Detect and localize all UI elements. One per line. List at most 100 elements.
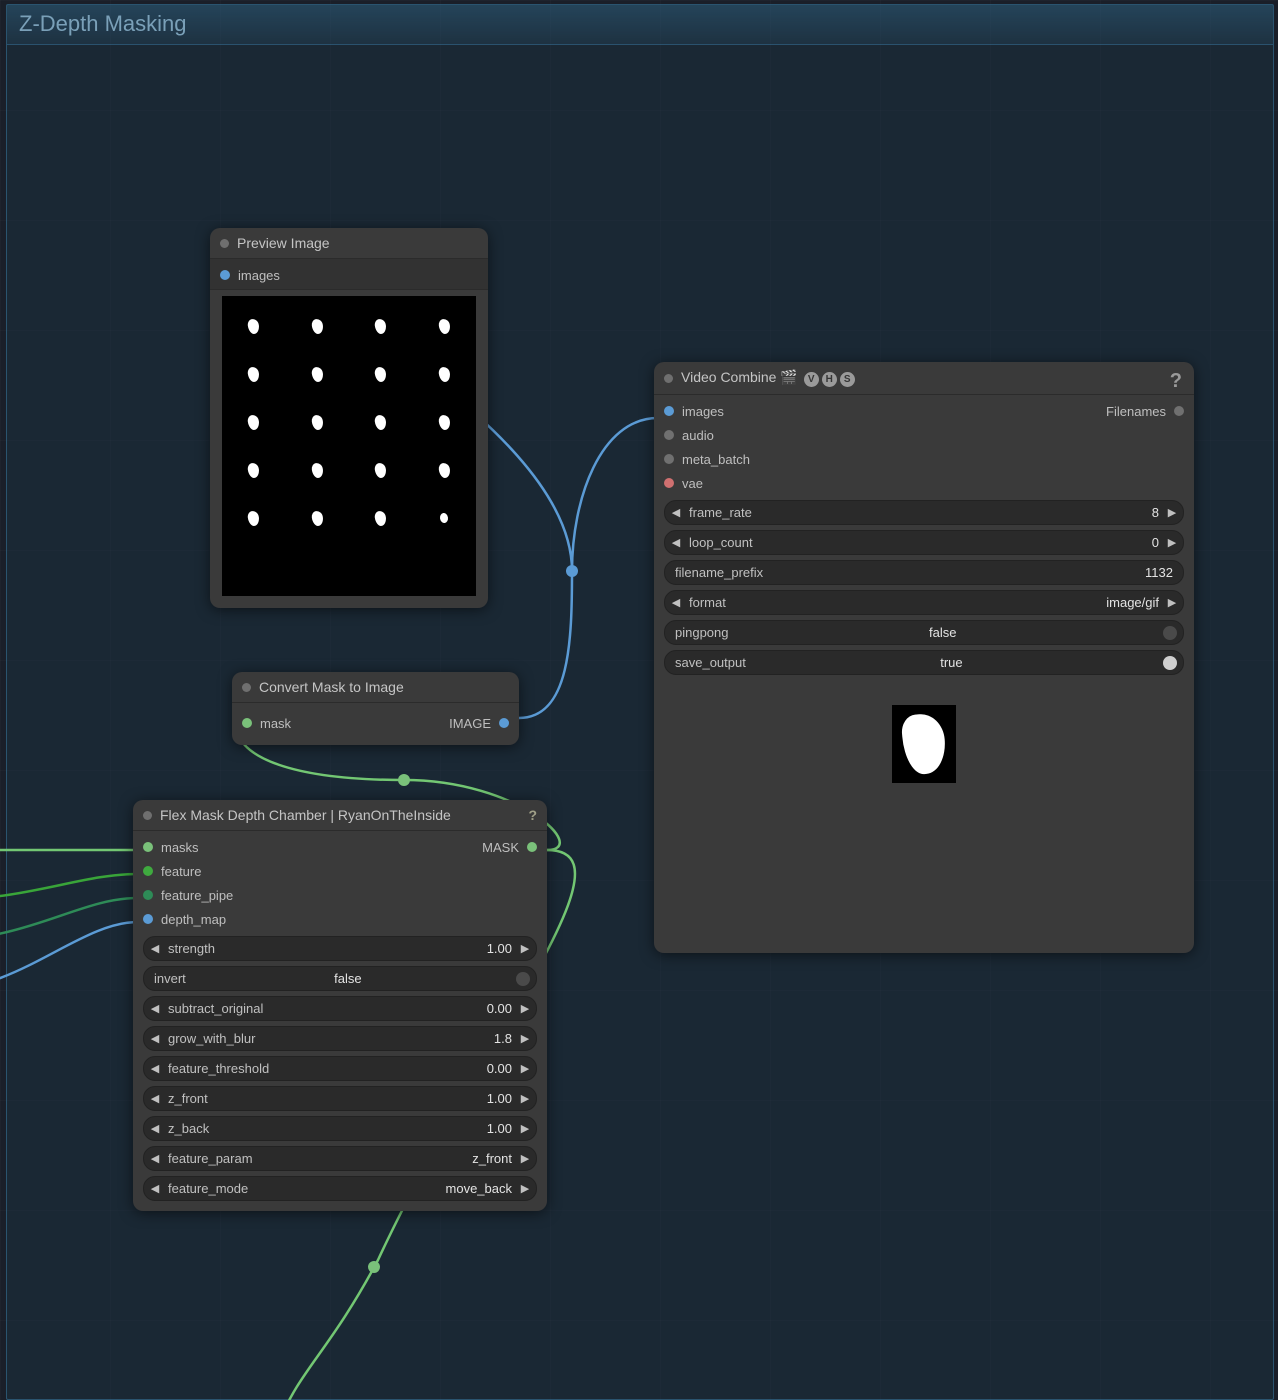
increment-icon[interactable]: ▶ — [518, 942, 532, 955]
help-icon[interactable]: ? — [528, 807, 537, 823]
decrement-icon[interactable]: ◀ — [148, 1002, 162, 1015]
widget-strength[interactable]: ◀strength 1.00▶ — [143, 936, 537, 961]
increment-icon[interactable]: ▶ — [1165, 506, 1179, 519]
widget-value[interactable]: 0.00 — [487, 1061, 518, 1076]
widget-value: false — [334, 971, 367, 986]
toggle-slot[interactable] — [516, 972, 530, 986]
widget-label: z_front — [162, 1091, 208, 1106]
widget-z_front[interactable]: ◀z_front 1.00▶ — [143, 1086, 537, 1111]
widget-filename_prefix[interactable]: filename_prefix1132 — [664, 560, 1184, 585]
port-label: Filenames — [1106, 404, 1166, 419]
input-images[interactable]: images — [654, 400, 750, 422]
node-graph-canvas[interactable]: Z-Depth Masking Preview Image images — [0, 0, 1278, 1400]
decrement-icon[interactable]: ◀ — [148, 1062, 162, 1075]
widget-format[interactable]: ◀formatimage/gif▶ — [664, 590, 1184, 615]
decrement-icon[interactable]: ◀ — [148, 942, 162, 955]
widget-loop_count[interactable]: ◀loop_count0▶ — [664, 530, 1184, 555]
widget-feature_threshold[interactable]: ◀feature_threshold 0.00▶ — [143, 1056, 537, 1081]
output-mask[interactable]: MASK — [482, 836, 547, 858]
input-masks[interactable]: masks — [133, 836, 233, 858]
film-icon: 🎬 — [780, 369, 797, 385]
decrement-icon[interactable]: ◀ — [669, 596, 683, 609]
widget-value[interactable]: 1.00 — [487, 1091, 518, 1106]
port-dot — [242, 718, 252, 728]
widget-feature_mode[interactable]: ◀feature_modemove_back▶ — [143, 1176, 537, 1201]
widget-value: false — [929, 625, 962, 640]
widget-value[interactable]: 1.00 — [487, 1121, 518, 1136]
decrement-icon[interactable]: ◀ — [148, 1182, 162, 1195]
wire-junction[interactable] — [566, 565, 578, 577]
decrement-icon[interactable]: ◀ — [669, 536, 683, 549]
increment-icon[interactable]: ▶ — [1165, 536, 1179, 549]
node-video-combine[interactable]: Video Combine 🎬 V H S ? images audio met… — [654, 362, 1194, 953]
widget-value[interactable]: 0 — [1152, 535, 1165, 550]
node-preview-image[interactable]: Preview Image images — [210, 228, 488, 608]
input-meta-batch[interactable]: meta_batch — [654, 448, 750, 470]
decrement-icon[interactable]: ◀ — [148, 1092, 162, 1105]
collapse-icon[interactable] — [220, 239, 229, 248]
increment-icon[interactable]: ▶ — [1165, 596, 1179, 609]
widget-value[interactable]: move_back — [446, 1181, 518, 1196]
node-header[interactable]: Flex Mask Depth Chamber | RyanOnTheInsid… — [133, 800, 547, 831]
input-feature-pipe[interactable]: feature_pipe — [133, 884, 233, 906]
collapse-icon[interactable] — [242, 683, 251, 692]
node-flex-mask-depth-chamber[interactable]: Flex Mask Depth Chamber | RyanOnTheInsid… — [133, 800, 547, 1211]
port-label: feature — [161, 864, 201, 879]
input-audio[interactable]: audio — [654, 424, 750, 446]
node-header[interactable]: Video Combine 🎬 V H S ? — [654, 362, 1194, 395]
wire-junction[interactable] — [368, 1261, 380, 1273]
increment-icon[interactable]: ▶ — [518, 1002, 532, 1015]
widget-subtract_original[interactable]: ◀subtract_original0.00▶ — [143, 996, 537, 1021]
widget-grow_with_blur[interactable]: ◀grow_with_blur1.8▶ — [143, 1026, 537, 1051]
toggle-slot[interactable] — [1163, 626, 1177, 640]
widget-z_back[interactable]: ◀z_back 1.00▶ — [143, 1116, 537, 1141]
input-mask[interactable]: mask — [232, 712, 291, 734]
toggle-slot[interactable] — [1163, 656, 1177, 670]
input-images[interactable]: images — [210, 264, 488, 286]
widget-value[interactable]: 1.8 — [494, 1031, 518, 1046]
output-filenames[interactable]: Filenames — [1106, 400, 1194, 422]
widget-value[interactable]: 1132 — [763, 565, 1179, 580]
decrement-icon[interactable]: ◀ — [148, 1122, 162, 1135]
port-label: MASK — [482, 840, 519, 855]
input-feature[interactable]: feature — [133, 860, 233, 882]
widget-save_output[interactable]: save_outputtrue — [664, 650, 1184, 675]
output-image[interactable]: IMAGE — [449, 712, 519, 734]
widget-pingpong[interactable]: pingpong false — [664, 620, 1184, 645]
widget-label: filename_prefix — [669, 565, 763, 580]
input-vae[interactable]: vae — [654, 472, 750, 494]
decrement-icon[interactable]: ◀ — [669, 506, 683, 519]
port-label: depth_map — [161, 912, 226, 927]
increment-icon[interactable]: ▶ — [518, 1152, 532, 1165]
widget-value[interactable]: image/gif — [1106, 595, 1165, 610]
widget-value[interactable]: 1.00 — [487, 941, 518, 956]
increment-icon[interactable]: ▶ — [518, 1062, 532, 1075]
collapse-icon[interactable] — [664, 374, 673, 383]
node-header[interactable]: Convert Mask to Image — [232, 672, 519, 703]
help-icon[interactable]: ? — [1170, 370, 1182, 393]
port-label: audio — [682, 428, 714, 443]
widget-label: pingpong — [669, 625, 729, 640]
widget-frame_rate[interactable]: ◀frame_rate8▶ — [664, 500, 1184, 525]
widget-feature_param[interactable]: ◀feature_paramz_front▶ — [143, 1146, 537, 1171]
increment-icon[interactable]: ▶ — [518, 1182, 532, 1195]
collapse-icon[interactable] — [143, 811, 152, 820]
widget-value[interactable]: z_front — [472, 1151, 518, 1166]
widget-value[interactable]: 0.00 — [487, 1001, 518, 1016]
decrement-icon[interactable]: ◀ — [148, 1032, 162, 1045]
increment-icon[interactable]: ▶ — [518, 1122, 532, 1135]
node-header[interactable]: Preview Image — [210, 228, 488, 259]
increment-icon[interactable]: ▶ — [518, 1032, 532, 1045]
widget-label: z_back — [162, 1121, 209, 1136]
group-title[interactable]: Z-Depth Masking — [7, 5, 1273, 45]
widget-label: invert — [148, 971, 186, 986]
wire-junction[interactable] — [398, 774, 410, 786]
widget-label: feature_threshold — [162, 1061, 269, 1076]
input-depth-map[interactable]: depth_map — [133, 908, 233, 930]
widget-value[interactable]: 8 — [1152, 505, 1165, 520]
widget-invert[interactable]: invert false — [143, 966, 537, 991]
decrement-icon[interactable]: ◀ — [148, 1152, 162, 1165]
increment-icon[interactable]: ▶ — [518, 1092, 532, 1105]
widget-label: strength — [162, 941, 215, 956]
node-convert-mask-to-image[interactable]: Convert Mask to Image mask IMAGE — [232, 672, 519, 745]
